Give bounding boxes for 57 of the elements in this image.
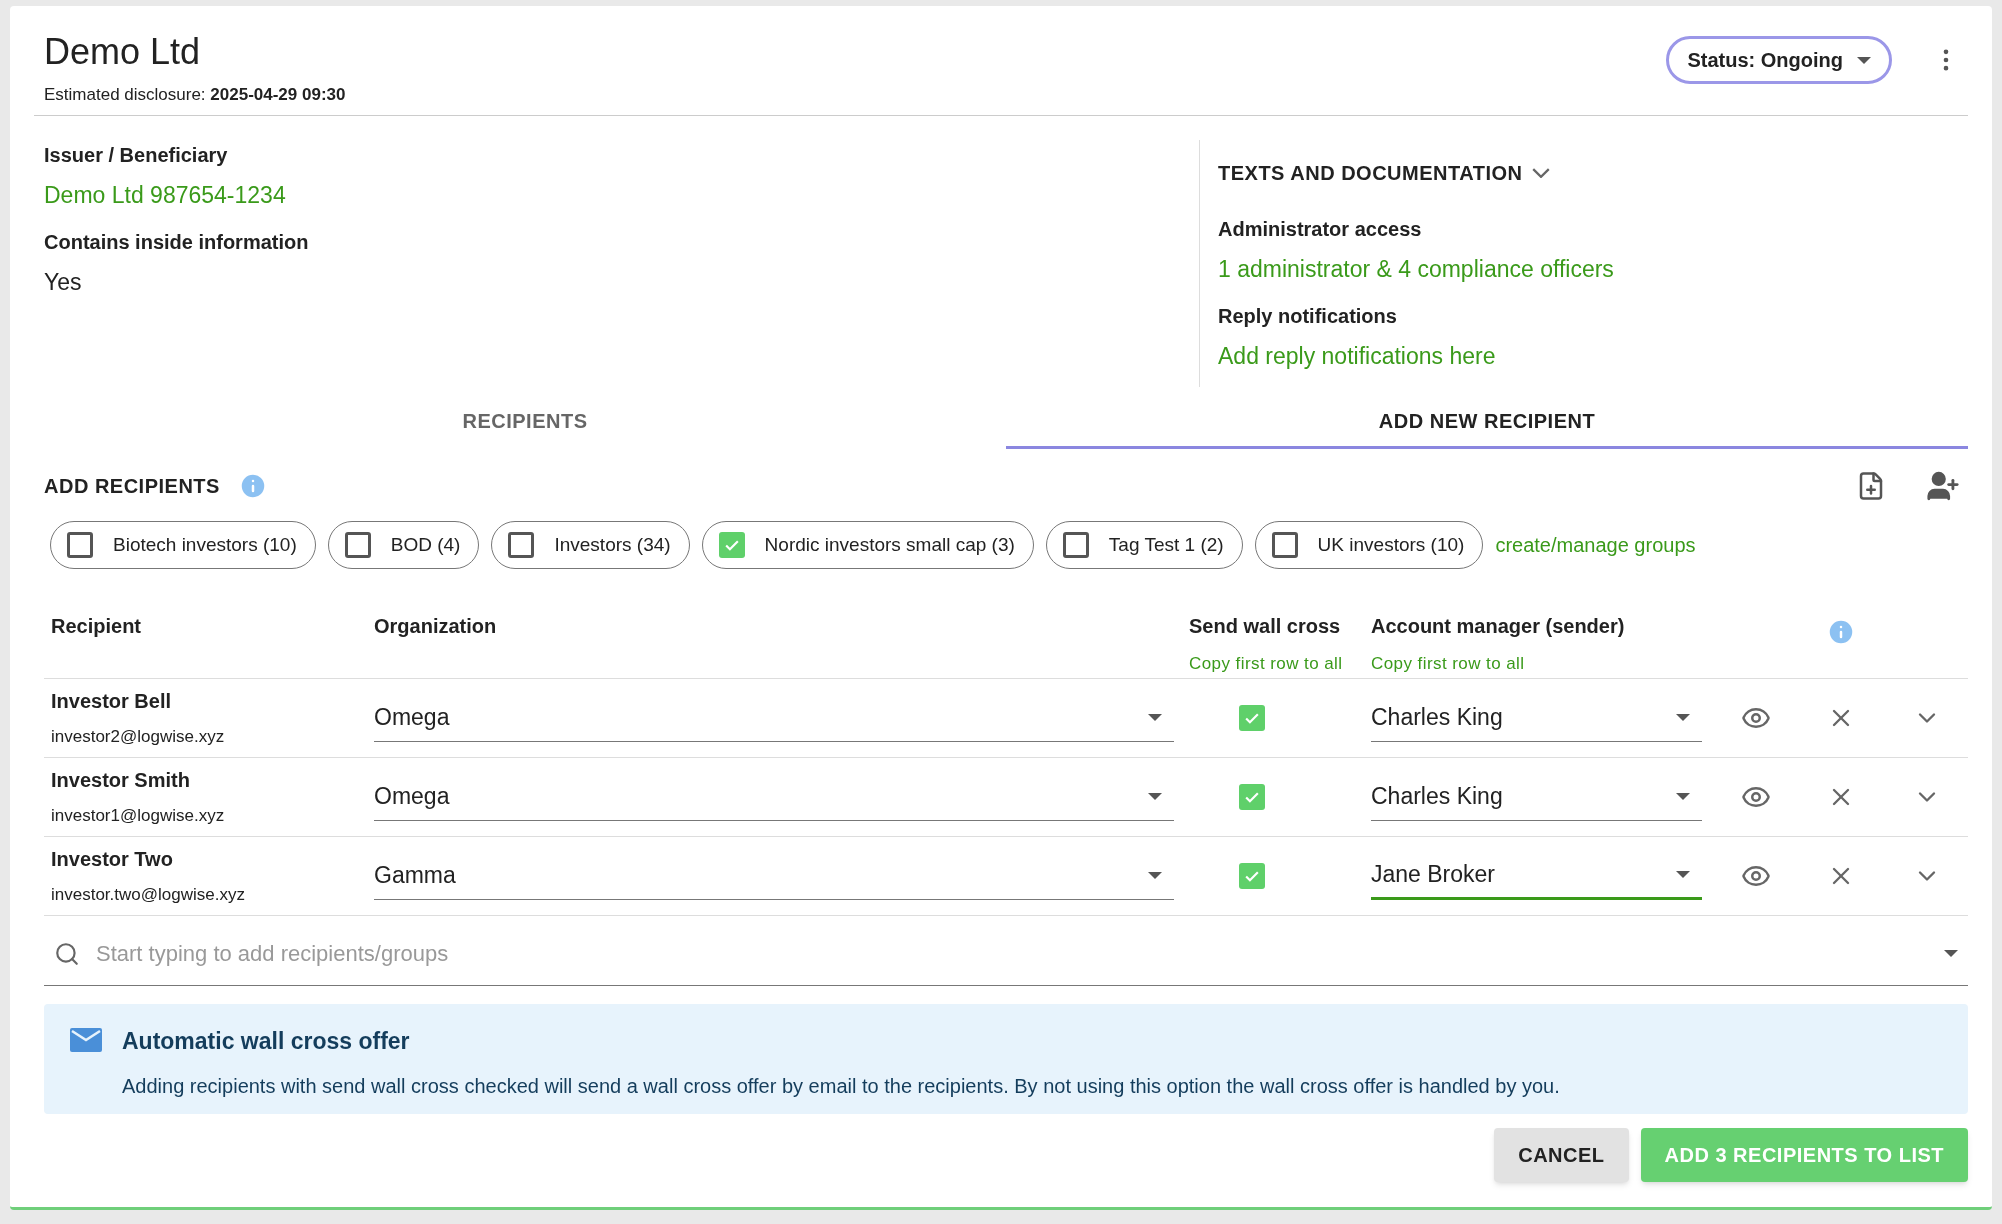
- checkbox[interactable]: [718, 532, 745, 559]
- recipient-email: investor.two@logwise.xyz: [51, 884, 246, 907]
- account-manager-select[interactable]: Charles King: [1371, 694, 1702, 743]
- documentation-toggle[interactable]: TEXTS AND DOCUMENTATION: [1218, 158, 1614, 189]
- checkbox[interactable]: [1062, 532, 1089, 559]
- recipient-name: Investor Smith: [51, 768, 191, 794]
- search-field[interactable]: Start typing to add recipients/groups: [96, 922, 1944, 987]
- caret-icon: [1676, 871, 1690, 879]
- caret-icon: [1944, 950, 1958, 958]
- field-value: Yes: [44, 267, 83, 297]
- tab[interactable]: ADD NEW RECIPIENT: [1006, 395, 1968, 450]
- notice-title: Automatic wall cross offer: [122, 1027, 411, 1057]
- notice-text: Adding recipients with send wall cross checked will send a wall cross offer by email to the recipients. By not using this option the wall cross offer is handled by you.: [122, 1073, 1560, 1099]
- organization-select[interactable]: Omega: [374, 694, 1174, 743]
- caret-icon: [1148, 714, 1162, 722]
- checkbox[interactable]: [508, 532, 535, 559]
- page-title: Demo Ltd: [44, 32, 202, 72]
- column-header: Organization: [374, 614, 498, 640]
- field-label: Administrator access: [1218, 217, 1423, 243]
- account-manager-select[interactable]: Charles King: [1371, 773, 1702, 822]
- checkbox[interactable]: [1271, 532, 1298, 559]
- field-label: Issuer / Beneficiary: [44, 143, 229, 169]
- status-dropdown[interactable]: Status: Ongoing: [1666, 36, 1892, 84]
- issuer-link[interactable]: Demo Ltd 987654-1234: [44, 178, 1199, 213]
- checkbox[interactable]: [1239, 705, 1265, 732]
- field-label: Reply notifications: [1218, 303, 1398, 329]
- copy-row-link[interactable]: Copy first row to all: [1371, 651, 1826, 677]
- recipient-name: Investor Bell: [51, 689, 173, 715]
- organization-select[interactable]: Omega: [374, 773, 1174, 822]
- section-title: ADD RECIPIENTS: [44, 474, 220, 500]
- account-manager-select[interactable]: Jane Broker: [1371, 852, 1702, 901]
- organization-select[interactable]: Gamma: [374, 852, 1174, 901]
- cancel-button[interactable]: CANCEL: [1494, 1128, 1629, 1183]
- caret-icon: [1676, 793, 1690, 801]
- field-label: Contains inside information: [44, 229, 310, 255]
- manage-groups-link[interactable]: create/manage groups: [1495, 530, 1696, 561]
- mail-icon: [70, 1028, 102, 1053]
- column-header: Send wall cross: [1189, 614, 1342, 640]
- search-icon: [54, 940, 80, 967]
- column-header: Recipient: [50, 614, 143, 640]
- column-header: Account manager (sender): [1371, 614, 1626, 640]
- disclosure-text: Estimated disclosure: 2025-04-29 09:30: [44, 83, 346, 106]
- checkbox[interactable]: [1239, 784, 1265, 811]
- tab[interactable]: RECIPIENTS: [44, 395, 1006, 450]
- caret-icon: [1148, 793, 1162, 801]
- field-link[interactable]: 1 administrator & 4 compliance officers: [1218, 252, 1614, 287]
- caret-icon: [1148, 872, 1162, 880]
- checkbox[interactable]: [344, 532, 371, 559]
- copy-row-link[interactable]: Copy first row to all: [1189, 651, 1371, 677]
- field-link[interactable]: Add reply notifications here: [1218, 338, 1614, 374]
- caret-icon: [1676, 714, 1690, 722]
- caret-icon: [1857, 56, 1871, 64]
- checkbox[interactable]: [67, 532, 93, 559]
- recipient-name: Investor Two: [51, 847, 174, 873]
- recipient-email: investor1@logwise.xyz: [51, 805, 226, 828]
- checkbox[interactable]: [1239, 863, 1265, 890]
- recipient-email: investor2@logwise.xyz: [51, 726, 226, 749]
